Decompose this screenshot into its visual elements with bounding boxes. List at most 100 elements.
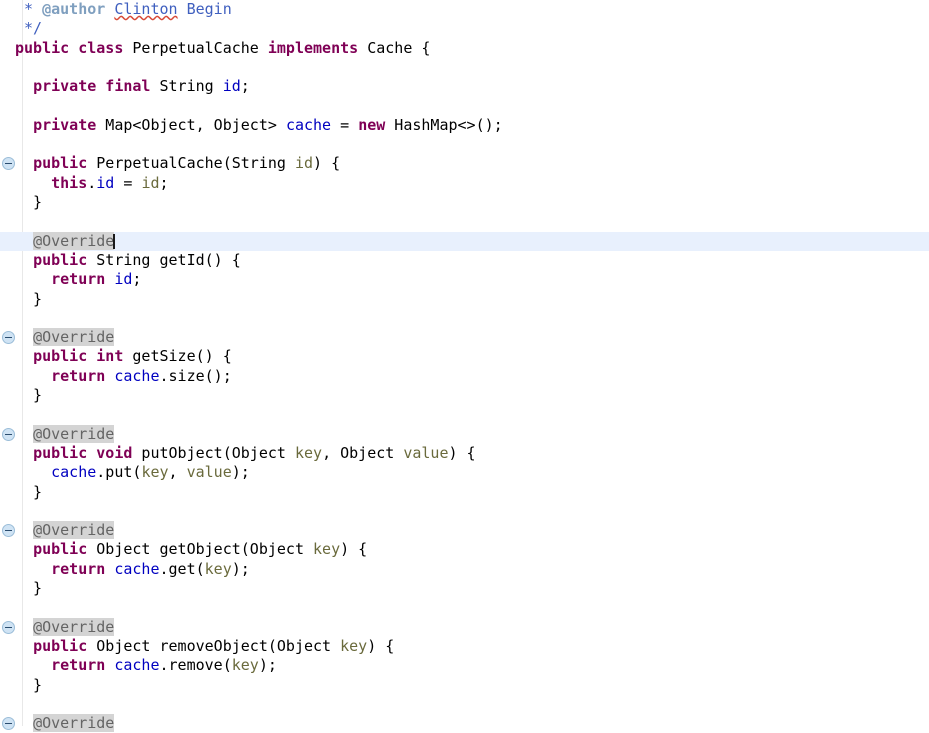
code-line-text: public PerpetualCache(String id) {: [15, 154, 340, 173]
code-line[interactable]: }: [0, 193, 929, 212]
code-line[interactable]: [0, 598, 929, 617]
code-line[interactable]: }: [0, 290, 929, 309]
code-token: private: [33, 115, 97, 134]
code-token: );: [231, 559, 250, 578]
code-line[interactable]: return cache.remove(key);: [0, 656, 929, 675]
code-token: Map<Object, Object>: [96, 115, 286, 134]
code-text-area[interactable]: * @author Clinton Begin */public class P…: [0, 0, 929, 733]
code-token: id: [141, 173, 160, 192]
code-token: PerpetualCache(String: [87, 154, 295, 173]
code-line[interactable]: [0, 135, 929, 154]
code-line[interactable]: [0, 309, 929, 328]
code-token: ;: [240, 77, 250, 96]
code-token: ) {: [313, 154, 341, 173]
code-token: ) {: [448, 443, 476, 462]
text-caret: [113, 233, 116, 249]
code-line[interactable]: public String getId() {: [0, 251, 929, 270]
code-token: key: [231, 656, 259, 675]
code-line-text: @Override: [15, 521, 115, 540]
code-line[interactable]: [0, 502, 929, 521]
code-token: ;: [132, 270, 142, 289]
code-token: getSize() {: [123, 347, 232, 366]
code-line[interactable]: */: [0, 19, 929, 38]
code-line[interactable]: cache.put(key, value);: [0, 463, 929, 482]
code-token: }: [15, 193, 43, 211]
code-line[interactable]: }: [0, 386, 929, 405]
code-line-text: return cache.remove(key);: [15, 656, 277, 675]
code-line[interactable]: public class PerpetualCache implements C…: [0, 39, 929, 58]
code-token: cache: [114, 559, 160, 578]
code-token: );: [258, 656, 277, 675]
code-token: ;: [159, 173, 169, 192]
code-token: @Override: [33, 231, 115, 250]
code-line[interactable]: * @author Clinton Begin: [0, 0, 929, 19]
code-line[interactable]: return cache.size();: [0, 367, 929, 386]
code-token: id: [114, 270, 133, 289]
code-line[interactable]: @Override: [0, 424, 929, 444]
code-line-text: return id;: [15, 270, 141, 289]
code-token: public: [33, 250, 88, 269]
code-line[interactable]: public PerpetualCache(String id) {: [0, 154, 929, 173]
code-token: value: [186, 463, 232, 482]
code-line[interactable]: [0, 58, 929, 77]
code-line-text: return cache.size();: [15, 367, 232, 386]
code-token: .remove(: [159, 656, 232, 675]
code-line[interactable]: public void putObject(Object key, Object…: [0, 444, 929, 463]
code-line[interactable]: @Override: [0, 617, 929, 637]
code-token: id: [96, 173, 115, 192]
code-token: *: [15, 0, 43, 18]
code-line-text: private final String id;: [15, 77, 250, 96]
code-line[interactable]: }: [0, 483, 929, 502]
code-line-text: @Override: [15, 714, 115, 733]
code-line[interactable]: }: [0, 579, 929, 598]
code-token: .size();: [159, 366, 232, 385]
code-token: ) {: [367, 636, 395, 655]
code-token: @Override: [33, 328, 115, 347]
code-line[interactable]: public Object getObject(Object key) {: [0, 540, 929, 559]
code-token: PerpetualCache: [123, 38, 268, 57]
code-line[interactable]: return cache.get(key);: [0, 560, 929, 579]
code-token: key: [313, 540, 341, 559]
java-source-editor[interactable]: * @author Clinton Begin */public class P…: [0, 0, 929, 733]
code-token: private final: [33, 77, 151, 96]
code-line-text: }: [15, 386, 42, 405]
code-line[interactable]: [0, 405, 929, 424]
code-token: Cache {: [358, 38, 431, 57]
code-token: ) {: [340, 540, 368, 559]
code-token: =: [114, 173, 142, 192]
code-line[interactable]: @Override: [0, 521, 929, 540]
code-line[interactable]: private final String id;: [0, 77, 929, 96]
code-line[interactable]: }: [0, 676, 929, 695]
code-line[interactable]: private Map<Object, Object> cache = new …: [0, 116, 929, 135]
code-line[interactable]: [0, 97, 929, 116]
code-token: );: [231, 463, 250, 482]
code-line[interactable]: public int getSize() {: [0, 347, 929, 366]
code-line-text: public String getId() {: [15, 251, 241, 270]
code-token: }: [15, 386, 43, 404]
code-line[interactable]: [0, 695, 929, 714]
code-line[interactable]: [0, 212, 929, 231]
code-token: Object removeObject(Object: [87, 636, 341, 655]
code-line-text: }: [15, 483, 42, 502]
code-line[interactable]: @Override: [0, 714, 929, 733]
code-token: id: [294, 154, 314, 173]
code-token: }: [15, 289, 43, 308]
code-line-text: public Object getObject(Object key) {: [15, 540, 367, 559]
code-line-text: public int getSize() {: [15, 347, 232, 366]
code-token: implements: [267, 38, 359, 57]
code-line[interactable]: @Override: [0, 328, 929, 347]
code-line-current[interactable]: @Override: [0, 231, 929, 251]
code-line[interactable]: this.id = id;: [0, 174, 929, 193]
code-line[interactable]: return id;: [0, 270, 929, 289]
code-token: String getId() {: [87, 250, 241, 269]
code-line[interactable]: public Object removeObject(Object key) {: [0, 637, 929, 656]
code-token: public void: [33, 443, 133, 462]
